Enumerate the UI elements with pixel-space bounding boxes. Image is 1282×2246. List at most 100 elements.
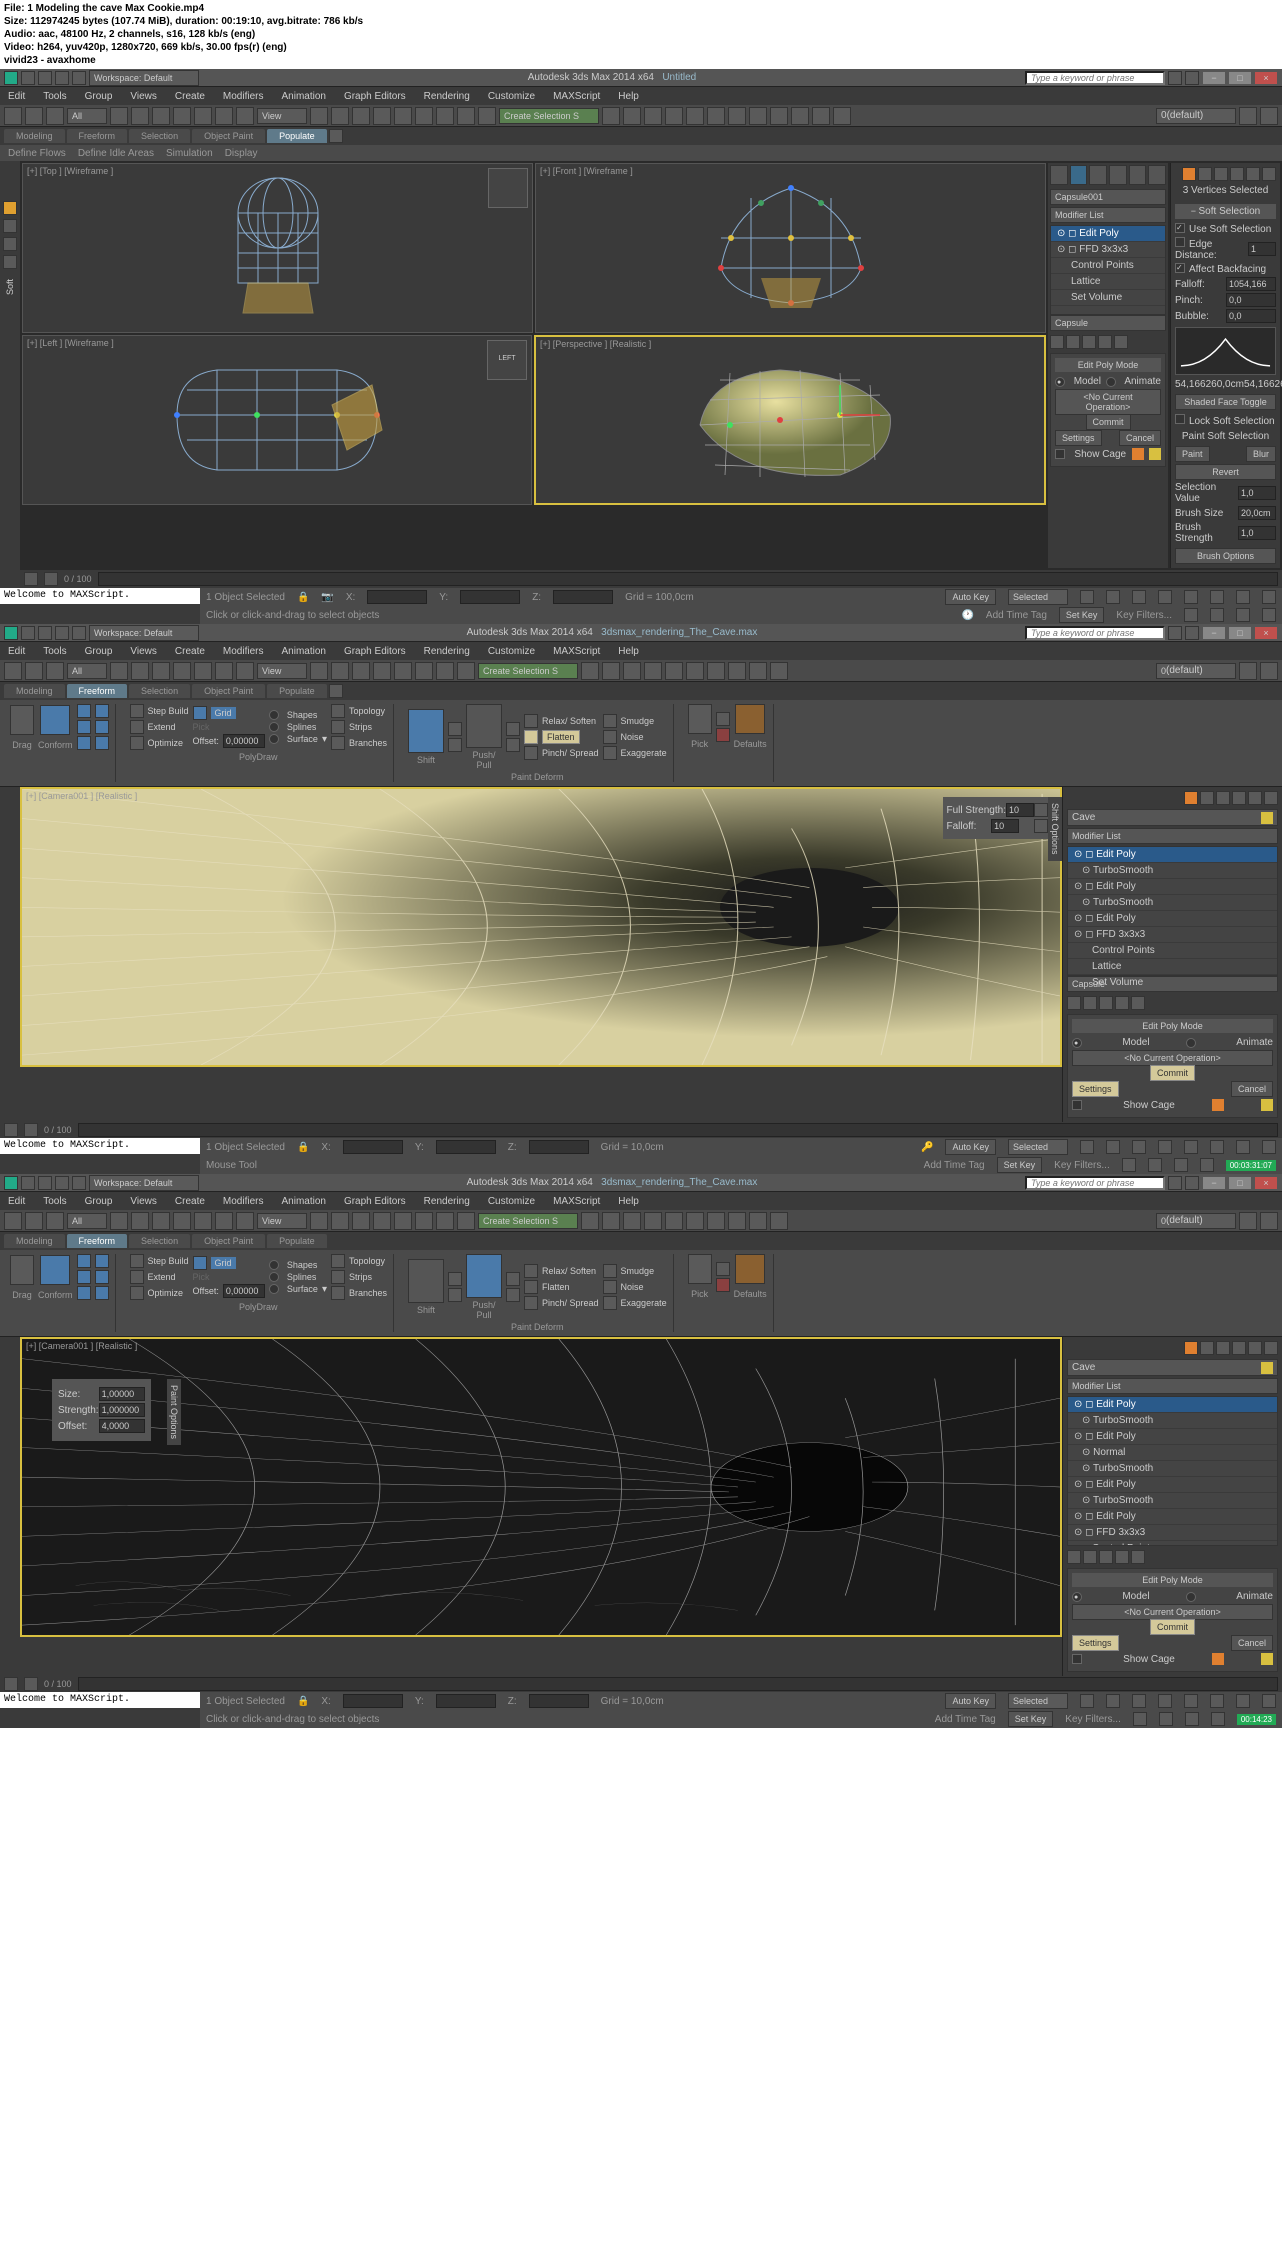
menu-grapheditors[interactable]: Graph Editors bbox=[344, 91, 406, 102]
mod-setvolume[interactable]: Set Volume bbox=[1051, 290, 1165, 306]
help-icon[interactable] bbox=[1168, 71, 1182, 85]
nav-btn[interactable] bbox=[1184, 590, 1198, 604]
slider-btn[interactable] bbox=[24, 572, 38, 586]
setkey-button[interactable]: Set Key bbox=[1059, 607, 1105, 623]
tool-btn[interactable] bbox=[457, 107, 475, 125]
falloff-input[interactable] bbox=[1226, 277, 1276, 291]
close-button[interactable]: × bbox=[1254, 626, 1278, 640]
tool-btn[interactable] bbox=[478, 107, 496, 125]
menu-modifiers[interactable]: Modifiers bbox=[223, 91, 264, 102]
side-tool[interactable] bbox=[3, 201, 17, 215]
qat-btn[interactable] bbox=[55, 71, 69, 85]
revert-button[interactable]: Revert bbox=[1175, 464, 1276, 480]
tool-btn[interactable] bbox=[686, 107, 704, 125]
close-button[interactable]: × bbox=[1254, 71, 1278, 85]
viewport-camera[interactable]: [+] [Camera001 ] [Realistic ] Full Stren… bbox=[20, 787, 1062, 1067]
cancel-button[interactable]: Cancel bbox=[1119, 430, 1161, 446]
settings-button[interactable]: Settings bbox=[1055, 430, 1102, 446]
qat-btn[interactable] bbox=[72, 71, 86, 85]
conform-opt[interactable] bbox=[95, 736, 109, 750]
nav-btn[interactable] bbox=[1184, 608, 1198, 622]
panel-icon[interactable] bbox=[1182, 167, 1196, 181]
bubble-input[interactable] bbox=[1226, 309, 1276, 323]
object-name[interactable]: Capsule001 bbox=[1050, 189, 1166, 205]
cage-color1[interactable] bbox=[1132, 448, 1144, 460]
side-tool[interactable] bbox=[3, 255, 17, 269]
panel-icon[interactable] bbox=[1246, 167, 1260, 181]
panel-icon[interactable] bbox=[1214, 167, 1228, 181]
menu-rendering[interactable]: Rendering bbox=[424, 91, 470, 102]
mod-ffd[interactable]: ⊙ ◻ FFD 3x3x3 bbox=[1051, 242, 1165, 258]
qat-btn[interactable] bbox=[38, 71, 52, 85]
tool-btn[interactable] bbox=[173, 107, 191, 125]
tool-btn[interactable] bbox=[310, 107, 328, 125]
menu-create[interactable]: Create bbox=[175, 91, 205, 102]
menu-group[interactable]: Group bbox=[85, 91, 113, 102]
brush-str-input[interactable] bbox=[1238, 526, 1276, 540]
pinch-input[interactable] bbox=[1226, 293, 1276, 307]
play-btn[interactable] bbox=[1106, 590, 1120, 604]
modifier-stack[interactable]: ⊙ ◻ Edit Poly ⊙ ◻ FFD 3x3x3 Control Poin… bbox=[1050, 225, 1166, 315]
search-input[interactable] bbox=[1025, 1176, 1165, 1190]
maximize-button[interactable]: □ bbox=[1228, 71, 1252, 85]
qat-btn[interactable] bbox=[21, 626, 35, 640]
motion-tab-icon[interactable] bbox=[1109, 165, 1127, 185]
viewport-left[interactable]: [+] [Left ] [Wireframe ] bbox=[22, 335, 532, 505]
tool-btn[interactable] bbox=[665, 107, 683, 125]
key-filters[interactable]: Key Filters... bbox=[1116, 610, 1172, 621]
tool-btn[interactable] bbox=[131, 107, 149, 125]
brush-size-input[interactable] bbox=[1238, 506, 1276, 520]
shaded-face-button[interactable]: Shaded Face Toggle bbox=[1175, 394, 1276, 410]
show-cage-check[interactable] bbox=[1055, 449, 1065, 459]
conform-opt[interactable] bbox=[77, 736, 91, 750]
tool-btn[interactable] bbox=[644, 107, 662, 125]
menu-views[interactable]: Views bbox=[130, 91, 157, 102]
tab-modeling[interactable]: Modeling bbox=[4, 129, 65, 143]
menu-tools[interactable]: Tools bbox=[43, 91, 66, 102]
stack-btn[interactable] bbox=[1098, 335, 1112, 349]
tool-btn[interactable] bbox=[236, 107, 254, 125]
ribbon-toggle[interactable] bbox=[329, 129, 343, 143]
panel-icon[interactable] bbox=[1198, 167, 1212, 181]
tool-btn[interactable] bbox=[152, 107, 170, 125]
tab-selection[interactable]: Selection bbox=[129, 129, 190, 143]
menu-customize[interactable]: Customize bbox=[488, 91, 535, 102]
create-selection-dropdown[interactable]: Create Selection S bbox=[499, 108, 599, 124]
affect-bf-check[interactable] bbox=[1175, 263, 1185, 273]
search-input[interactable] bbox=[1025, 626, 1165, 640]
sel-val-input[interactable] bbox=[1238, 486, 1276, 500]
add-time-tag[interactable]: Add Time Tag bbox=[986, 610, 1047, 621]
minimize-button[interactable]: − bbox=[1202, 71, 1226, 85]
tab-objectpaint[interactable]: Object Paint bbox=[192, 129, 265, 143]
tab-populate[interactable]: Populate bbox=[267, 129, 327, 143]
search-input[interactable] bbox=[1025, 71, 1165, 85]
time-slider[interactable] bbox=[98, 572, 1278, 586]
extend-tool[interactable] bbox=[130, 720, 144, 734]
workspace-dropdown[interactable]: Workspace: Default bbox=[89, 625, 199, 641]
soft-tab-label[interactable]: Soft bbox=[5, 279, 15, 295]
tab-freeform[interactable]: Freeform bbox=[67, 684, 128, 698]
nav-btn[interactable] bbox=[1262, 590, 1276, 604]
panel-icon[interactable] bbox=[1262, 167, 1276, 181]
modifier-stack[interactable]: ⊙ ◻ Edit Poly ⊙ TurboSmooth ⊙ ◻ Edit Pol… bbox=[1067, 846, 1278, 976]
workspace-dropdown[interactable]: Workspace: Default bbox=[89, 70, 199, 86]
viewport-camera[interactable]: [+] [Camera001 ] [Realistic ] Size: Stre… bbox=[20, 1337, 1062, 1637]
y-input[interactable] bbox=[460, 590, 520, 604]
tab-selection[interactable]: Selection bbox=[129, 684, 190, 698]
tool-btn[interactable] bbox=[352, 107, 370, 125]
nav-btn[interactable] bbox=[1210, 608, 1224, 622]
viewport-front[interactable]: [+] [Front ] [Wireframe ] bbox=[535, 163, 1046, 333]
edge-dist-input[interactable] bbox=[1248, 242, 1276, 256]
viewcube[interactable]: LEFT bbox=[487, 340, 527, 380]
stack-btn[interactable] bbox=[1066, 335, 1080, 349]
side-tool[interactable] bbox=[3, 219, 17, 233]
model-radio[interactable] bbox=[1055, 377, 1065, 387]
pushpull-tool-active[interactable] bbox=[466, 1254, 502, 1298]
shift-options-tab[interactable]: Shift Options bbox=[1048, 797, 1062, 861]
conform-opt[interactable] bbox=[77, 704, 91, 718]
define-flows[interactable]: Define Flows bbox=[8, 148, 66, 159]
tab-modeling[interactable]: Modeling bbox=[4, 684, 65, 698]
stepbuild-tool[interactable] bbox=[130, 704, 144, 718]
defaults-tool[interactable] bbox=[735, 704, 765, 734]
tool-btn[interactable] bbox=[373, 107, 391, 125]
